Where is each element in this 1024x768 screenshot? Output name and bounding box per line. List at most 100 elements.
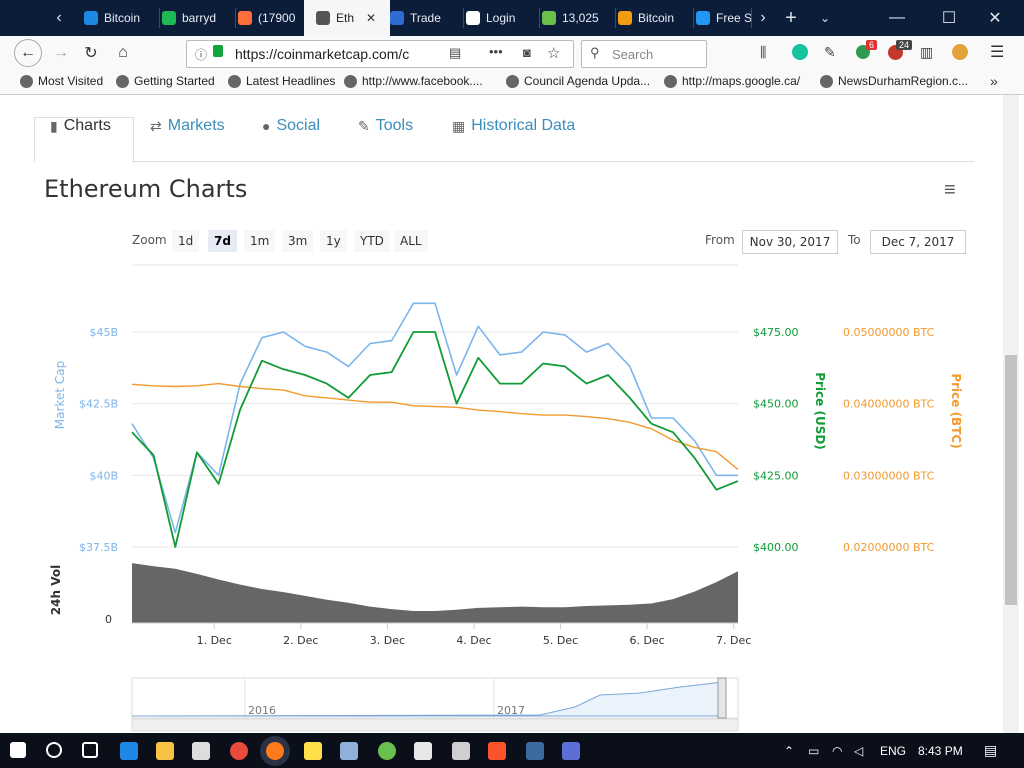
eyedropper-icon[interactable]: ✎ <box>824 44 836 61</box>
library-icon[interactable]: ⫼ <box>760 44 766 61</box>
browser-tab[interactable]: Bitcoin <box>606 0 694 36</box>
lock-icon <box>213 45 223 57</box>
menu-hamburger-icon[interactable]: ☰ <box>990 42 1004 62</box>
reader-view-icon[interactable]: ▤ <box>449 45 461 61</box>
maximize-window-button[interactable]: ☐ <box>934 0 964 36</box>
bookmark-item[interactable]: NewsDurhamRegion.c... <box>820 74 968 88</box>
price-usd-line <box>131 331 739 548</box>
store-icon[interactable] <box>192 742 210 760</box>
cortana-search-icon[interactable] <box>46 742 62 758</box>
chrome-icon[interactable] <box>230 742 248 760</box>
file-explorer-icon[interactable] <box>156 742 174 760</box>
bookmark-favicon-icon <box>20 74 33 88</box>
calculator-grid-icon[interactable] <box>304 742 322 760</box>
browser-tab[interactable]: barryd <box>150 0 236 36</box>
bookmark-label: Getting Started <box>134 74 215 88</box>
pocket-icon[interactable]: ◙ <box>523 45 531 60</box>
url-text: https://coinmarketcap.com/c <box>235 46 410 62</box>
tab-label: barryd <box>182 11 217 25</box>
globe-app-icon[interactable] <box>378 742 396 760</box>
discord-icon[interactable] <box>562 742 580 760</box>
info-icon[interactable]: ⓘ <box>195 46 207 63</box>
left-axis-tick-label: $40B <box>89 469 118 482</box>
page-scrollbar[interactable] <box>1003 95 1019 733</box>
bookmark-favicon-icon <box>116 74 129 88</box>
bookmark-favicon-icon <box>344 74 357 88</box>
notifications-icon[interactable]: ▤ <box>984 742 997 759</box>
tab-favicon-icon <box>618 11 632 25</box>
forward-button[interactable]: → <box>48 40 74 66</box>
calculator-icon[interactable] <box>452 742 470 760</box>
edge-browser-icon[interactable] <box>120 742 138 760</box>
bookmark-label: Latest Headlines <box>246 74 336 88</box>
bookmark-item[interactable]: http://www.facebook.... <box>344 74 483 88</box>
btc-axis-label: Price (BTC) <box>949 373 963 448</box>
start-windows-icon[interactable] <box>10 742 26 758</box>
usd-axis-label: Price (USD) <box>813 372 827 450</box>
battery-icon[interactable]: ▭ <box>808 744 819 758</box>
url-bar[interactable]: ⓘ https://coinmarketcap.com/c ▤ ••• ◙ ☆ <box>186 40 574 68</box>
bookmark-favicon-icon <box>228 74 241 88</box>
tab-label: Eth <box>336 11 355 25</box>
home-button[interactable]: ⌂ <box>110 40 136 66</box>
browser-tab[interactable]: Bitcoin <box>72 0 160 36</box>
tab-label: Free S <box>716 11 752 25</box>
bookmarks-toolbar: Most Visited Getting Started Latest Headli… <box>0 70 1024 95</box>
minimize-window-button[interactable]: — <box>882 0 912 36</box>
tab-favicon-icon <box>542 11 556 25</box>
browser-tab[interactable]: Login <box>454 0 540 36</box>
browser-tab[interactable]: 13,025 <box>530 0 616 36</box>
bookmark-favicon-icon <box>820 74 833 88</box>
volume-icon[interactable]: ◁ <box>854 744 863 758</box>
bookmark-item[interactable]: Latest Headlines <box>228 74 335 88</box>
brave-icon[interactable] <box>488 742 506 760</box>
bookmark-label: Most Visited <box>38 74 104 88</box>
network-icon[interactable] <box>340 742 358 760</box>
reload-button[interactable]: ↻ <box>78 40 104 66</box>
language-indicator[interactable]: ENG <box>880 744 906 758</box>
tab-list-chevron-down-icon[interactable]: ⌄ <box>810 0 840 36</box>
search-placeholder: Search <box>612 47 654 62</box>
tab-favicon-icon <box>316 11 330 25</box>
page-content: ▮ Charts ⇄ Markets ● Social ✎ Tools ▦ Historical … <box>0 95 1003 733</box>
close-tab-icon[interactable]: ✕ <box>366 11 376 25</box>
firefox-icon[interactable] <box>266 742 284 760</box>
tray-chevron-up-icon[interactable]: ⌃ <box>784 744 794 758</box>
profile-avatar-icon[interactable] <box>952 44 968 60</box>
scrollbar-thumb[interactable] <box>1005 355 1017 605</box>
ethereum-price-chart[interactable]: $37.5B $400.00 0.02000000 BTC $40B $425.00 0.… <box>0 95 1003 733</box>
task-view-icon[interactable] <box>82 742 98 758</box>
volume-axis-tick-label: 0 <box>105 613 112 626</box>
mail-icon[interactable] <box>414 742 432 760</box>
left-axis-tick-label: $37.5B <box>79 541 118 554</box>
wifi-icon[interactable]: ◠ <box>832 744 842 758</box>
search-bar[interactable]: ⚲ Search <box>581 40 707 68</box>
page-actions-icon[interactable]: ••• <box>489 44 503 59</box>
browser-tab[interactable]: Free S <box>684 0 752 36</box>
grammarly-icon[interactable] <box>792 44 808 60</box>
btc-axis-tick-label: 0.05000000 BTC <box>843 326 935 339</box>
adblock-badge: 24 <box>896 40 913 50</box>
close-window-button[interactable]: ✕ <box>980 0 1010 36</box>
btc-axis-tick-label: 0.03000000 BTC <box>843 469 935 482</box>
browser-tab[interactable]: Trade <box>378 0 464 36</box>
app-x-icon[interactable] <box>526 742 544 760</box>
clock[interactable]: 8:43 PM <box>918 744 963 758</box>
bookmark-star-icon[interactable]: ☆ <box>547 44 560 62</box>
tab-scroll-right-icon[interactable]: › <box>748 0 778 36</box>
browser-tab[interactable]: (17900 <box>226 0 314 36</box>
bookmark-item[interactable]: Most Visited <box>20 74 103 88</box>
bookmark-label: Council Agenda Upda... <box>524 74 651 88</box>
browser-tab-strip: ‹ Bitcoin barryd (17900 Eth ✕ Trade Login 13,02… <box>0 0 1024 36</box>
bookmark-item[interactable]: Getting Started <box>116 74 215 88</box>
bookmark-item[interactable]: Council Agenda Upda... <box>506 74 650 88</box>
bookmark-item[interactable]: http://maps.google.ca/ <box>664 74 800 88</box>
sidebar-icon[interactable]: ▥ <box>920 44 933 61</box>
tab-label: Bitcoin <box>638 11 675 25</box>
tab-scroll-left-icon[interactable]: ‹ <box>44 0 74 36</box>
tab-favicon-icon <box>162 11 176 25</box>
new-tab-button[interactable]: + <box>776 0 806 36</box>
usd-axis-tick-label: $475.00 <box>753 326 799 339</box>
bookmarks-overflow-chevron-icon[interactable]: » <box>990 73 998 89</box>
back-button[interactable]: ← <box>14 39 42 67</box>
